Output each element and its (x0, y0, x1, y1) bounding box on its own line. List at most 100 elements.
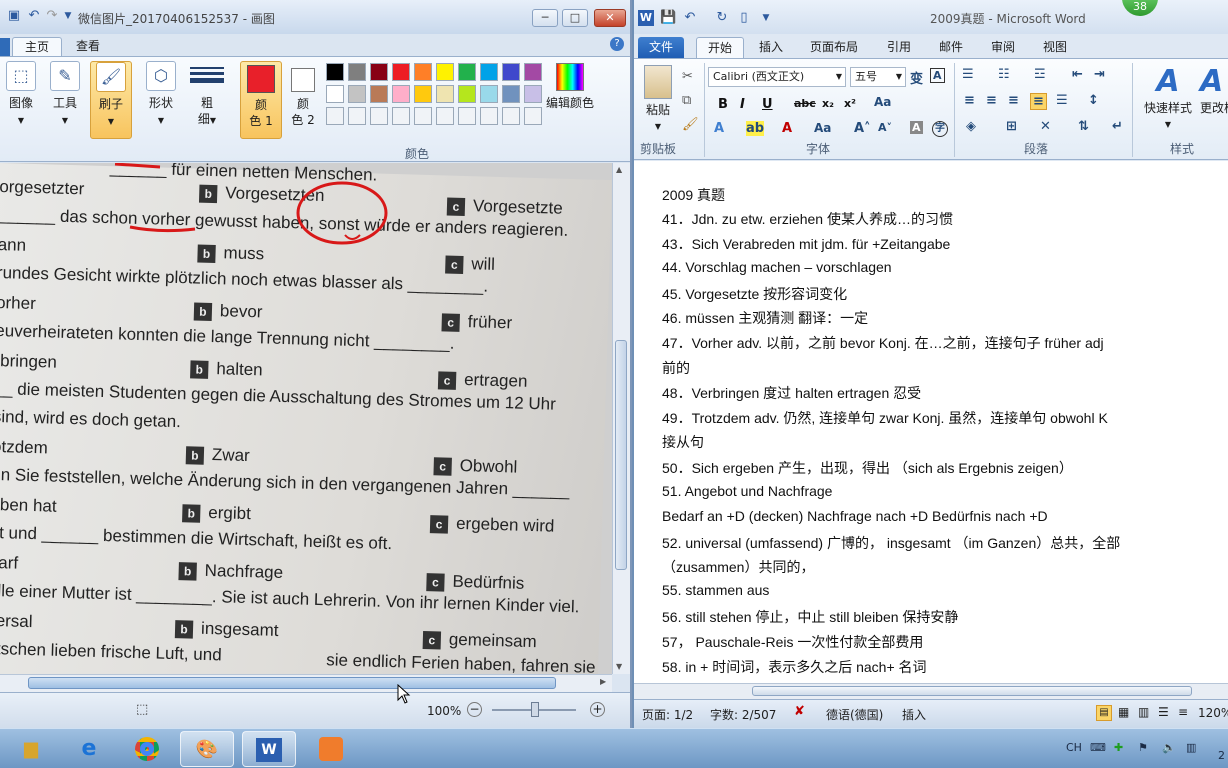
paste-button[interactable]: 粘贴 ▼ (640, 65, 676, 132)
palette-swatch[interactable] (326, 85, 344, 103)
palette-swatch[interactable] (392, 107, 410, 125)
color1-button[interactable]: 颜色 1 (240, 61, 282, 139)
cut-icon[interactable]: ✂ (682, 69, 693, 84)
undo-icon[interactable]: ↶ (26, 8, 42, 24)
palette-swatch[interactable] (458, 63, 476, 81)
font-color-icon[interactable]: A (782, 121, 792, 136)
change-styles-button[interactable]: A 更改样式 (1200, 65, 1228, 116)
underline-icon[interactable]: U (762, 97, 773, 112)
tab-view[interactable]: 查看 (64, 37, 112, 56)
format-painter-icon[interactable]: 🖌 (682, 117, 699, 132)
word-count[interactable]: 字数: 2/507 (710, 706, 776, 723)
bullets-icon[interactable]: ☰ (962, 67, 974, 82)
tab-home[interactable]: 主页 (12, 37, 63, 56)
sort-icon[interactable]: ⇅ (1078, 119, 1089, 134)
tab-review[interactable]: 审阅 (980, 37, 1026, 58)
bold-icon[interactable]: B (718, 97, 728, 112)
tab-mailings[interactable]: 邮件 (928, 37, 974, 58)
palette-swatch[interactable] (524, 63, 542, 81)
notification-badge[interactable]: 38 (1122, 0, 1158, 16)
paint-canvas[interactable]: ______ für einen netten Menschen. orgese… (0, 163, 612, 674)
text-effects-icon[interactable]: A (714, 121, 724, 136)
draft-icon[interactable]: ≡ (1178, 705, 1188, 719)
palette-swatch[interactable] (502, 63, 520, 81)
minimize-button[interactable]: ─ (532, 9, 558, 27)
shading-icon[interactable]: ◈ (966, 119, 976, 134)
recorder-button[interactable] (304, 731, 358, 767)
document-page[interactable]: 2009 真题 41．Jdn. zu etw. erziehen 使某人养成…的… (634, 161, 1228, 683)
word-horizontal-scroll-thumb[interactable] (752, 686, 1192, 696)
brushes-button[interactable]: 🖌 刷子 ▼ (90, 61, 132, 139)
paint-app-icon[interactable]: ▣ (6, 8, 22, 24)
palette-swatch[interactable] (392, 63, 410, 81)
palette-swatch[interactable] (480, 63, 498, 81)
zoom-out-button[interactable]: − (467, 702, 482, 717)
phonetic-guide-icon[interactable]: 变 (910, 68, 923, 87)
undo-icon[interactable]: ↶ (682, 10, 698, 26)
numbering-icon[interactable]: ☷ (998, 67, 1010, 82)
zoom-in-button[interactable]: + (590, 702, 605, 717)
font-size-combo[interactable]: 五号 ▼ (850, 67, 906, 87)
save-icon[interactable]: 💾 (660, 10, 676, 26)
palette-swatch[interactable] (370, 63, 388, 81)
palette-swatch[interactable] (458, 107, 476, 125)
show-marks-icon[interactable]: ↵ (1112, 119, 1123, 134)
edit-colors-button[interactable]: 编辑颜色 (544, 61, 596, 111)
explorer-button[interactable]: ▆ (4, 731, 58, 767)
center-icon[interactable]: ≡ (986, 93, 997, 108)
palette-swatch[interactable] (436, 63, 454, 81)
print-layout-icon[interactable]: ▤ (1096, 705, 1112, 721)
enclose-characters-icon[interactable]: 字 (932, 121, 948, 137)
palette-swatch[interactable] (414, 85, 432, 103)
align-left-icon[interactable]: ≡ (964, 93, 975, 108)
palette-swatch[interactable] (348, 63, 366, 81)
quick-styles-button[interactable]: A 快速样式 ▼ (1138, 65, 1198, 130)
close-button[interactable]: ✕ (594, 9, 626, 27)
borders-icon[interactable]: ⊞ (1006, 119, 1017, 134)
justify-icon[interactable]: ≡ (1030, 93, 1047, 110)
image-button[interactable]: ⬚ 图像 ▼ (4, 61, 38, 129)
palette-swatch[interactable] (502, 107, 520, 125)
palette-swatch[interactable] (524, 85, 542, 103)
line-spacing-icon[interactable]: ↕ (1088, 93, 1099, 108)
character-shading-icon[interactable]: A (910, 121, 923, 134)
language[interactable]: 德语(德国) (826, 706, 883, 723)
zoom-slider-thumb[interactable] (531, 702, 539, 717)
scroll-up-icon[interactable]: ▲ (616, 165, 622, 174)
chrome-button[interactable] (120, 731, 174, 767)
maximize-button[interactable]: □ (562, 9, 588, 27)
input-language[interactable]: CH (1066, 741, 1082, 754)
palette-swatch[interactable] (326, 63, 344, 81)
tools-button[interactable]: ✎ 工具 ▼ (48, 61, 82, 129)
palette-swatch[interactable] (392, 85, 410, 103)
full-screen-reading-icon[interactable]: ▦ (1118, 705, 1129, 719)
palette-swatch[interactable] (348, 107, 366, 125)
tab-file[interactable]: 文件 (638, 37, 685, 58)
scroll-down-icon[interactable]: ▼ (616, 662, 622, 671)
insert-mode[interactable]: 插入 (902, 706, 926, 723)
palette-swatch[interactable] (348, 85, 366, 103)
scroll-right-icon[interactable]: ▶ (600, 677, 606, 686)
subscript-icon[interactable]: x₂ (822, 97, 834, 110)
palette-swatch[interactable] (414, 107, 432, 125)
character-border-icon[interactable]: A (930, 68, 945, 83)
strikethrough-icon[interactable]: abc (794, 97, 816, 110)
decrease-indent-icon[interactable]: ⇤ (1072, 67, 1083, 82)
palette-swatch[interactable] (480, 107, 498, 125)
superscript-icon[interactable]: x² (844, 97, 856, 110)
tab-view[interactable]: 视图 (1032, 37, 1078, 58)
grow-font-icon[interactable]: A˄ (854, 121, 871, 136)
paint-horizontal-scroll-thumb[interactable] (28, 677, 556, 689)
flag-icon[interactable]: ⚑ (1138, 741, 1148, 754)
outline-icon[interactable]: ☰ (1158, 705, 1169, 719)
tab-insert[interactable]: 插入 (748, 37, 794, 58)
proofing-icon[interactable]: ✘ (794, 704, 805, 719)
paint-menu-button[interactable] (0, 38, 10, 56)
palette-swatch[interactable] (370, 107, 388, 125)
palette-swatch[interactable] (480, 85, 498, 103)
color2-button[interactable]: 颜色 2 (286, 61, 320, 128)
multilevel-list-icon[interactable]: ☲ (1034, 67, 1046, 82)
distributed-icon[interactable]: ☰ (1056, 93, 1068, 108)
word-taskbar-button[interactable]: W (242, 731, 296, 767)
palette-swatch[interactable] (524, 107, 542, 125)
